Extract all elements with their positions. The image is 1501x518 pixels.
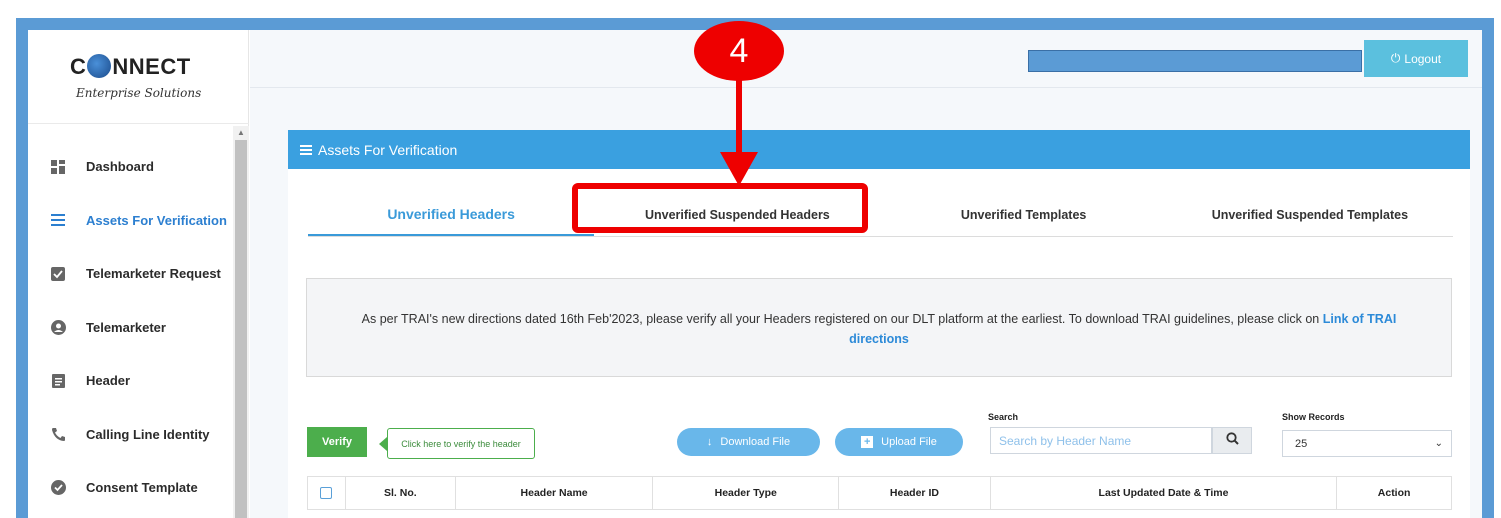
notice-text: As per TRAI's new directions dated 16th … xyxy=(361,312,1323,326)
show-records-select[interactable]: 25 ⌄ xyxy=(1282,430,1452,457)
sidebar-menu: Dashboard Assets For Verification Telema… xyxy=(28,140,233,515)
sidebar-item-calling-line-identity[interactable]: Calling Line Identity xyxy=(28,408,233,462)
trai-notice: As per TRAI's new directions dated 16th … xyxy=(306,278,1452,377)
brand-logo[interactable]: C NNECT Enterprise Solutions xyxy=(28,30,249,124)
globe-icon xyxy=(87,54,112,78)
sidebar-scrollbar[interactable]: ▲ xyxy=(233,126,249,518)
search-button[interactable] xyxy=(1212,427,1252,454)
logout-button[interactable]: ⏻ Logout xyxy=(1364,40,1468,77)
sidebar-item-label: Assets For Verification xyxy=(86,212,227,228)
main-content: Assets For Verification Unverified Heade… xyxy=(250,88,1482,518)
sidebar-item-label: Telemarketer Request xyxy=(86,266,221,282)
scrollbar-thumb[interactable] xyxy=(235,140,247,518)
user-info-redacted xyxy=(1028,50,1362,72)
logo-prefix: C xyxy=(70,54,87,79)
select-all-checkbox[interactable] xyxy=(320,487,333,499)
sidebar-item-consent-template[interactable]: Consent Template xyxy=(28,461,233,515)
sidebar-item-label: Header xyxy=(86,373,131,389)
top-bar: ⏻ Logout xyxy=(250,30,1482,88)
upload-file-button[interactable]: + Upload File xyxy=(835,428,963,456)
column-header[interactable]: Header ID xyxy=(839,477,991,509)
search-icon xyxy=(1225,431,1239,450)
show-records-label: Show Records xyxy=(1282,412,1345,422)
tab-unverified-templates[interactable]: Unverified Templates xyxy=(881,194,1167,236)
verify-button[interactable]: Verify xyxy=(307,427,367,457)
column-header[interactable]: Action xyxy=(1337,477,1451,509)
assets-panel: Assets For Verification Unverified Heade… xyxy=(288,130,1470,518)
column-header[interactable]: Sl. No. xyxy=(346,477,456,509)
panel-header: Assets For Verification xyxy=(288,130,1470,169)
records-value: 25 xyxy=(1295,437,1308,450)
tab-unverified-suspended-headers[interactable]: Unverified Suspended Headers xyxy=(594,194,880,236)
column-header[interactable]: Header Name xyxy=(456,477,654,509)
phone-icon xyxy=(50,426,66,442)
user-circle-icon xyxy=(50,319,66,335)
column-header[interactable]: Header Type xyxy=(653,477,840,509)
logout-label: Logout xyxy=(1404,51,1442,66)
sidebar-item-label: Consent Template xyxy=(86,480,198,496)
table-header-row: Sl. No. Header Name Header Type Header I… xyxy=(307,476,1452,510)
sidebar: C NNECT Enterprise Solutions Dashboard A… xyxy=(28,30,249,518)
download-arrow-icon: ↓ xyxy=(706,436,713,448)
download-file-button[interactable]: ↓ Download File xyxy=(677,428,820,456)
document-icon xyxy=(50,373,66,389)
annotation-arrow-shaft xyxy=(736,80,742,154)
chevron-down-icon: ⌄ xyxy=(1434,438,1443,449)
upload-label: Upload File xyxy=(881,436,937,448)
list-icon xyxy=(50,212,66,228)
column-header[interactable]: Last Updated Date & Time xyxy=(991,477,1338,509)
sidebar-item-telemarketer-request[interactable]: Telemarketer Request xyxy=(28,247,233,301)
download-label: Download File xyxy=(720,436,791,448)
tab-unverified-headers[interactable]: Unverified Headers xyxy=(308,194,595,236)
panel-title: Assets For Verification xyxy=(318,141,458,158)
step-number-badge: 4 xyxy=(694,21,784,81)
plus-icon: + xyxy=(861,436,874,448)
clipboard-check-icon xyxy=(50,266,66,282)
check-circle-icon xyxy=(50,480,66,496)
sidebar-item-dashboard[interactable]: Dashboard xyxy=(28,140,233,194)
dashboard-icon xyxy=(50,159,66,175)
annotation-arrow-head xyxy=(720,152,758,186)
verify-tooltip: Click here to verify the header xyxy=(379,428,535,459)
tab-bar: Unverified Headers Unverified Suspended … xyxy=(308,194,1453,237)
power-icon: ⏻ xyxy=(1390,51,1401,65)
sidebar-item-label: Telemarketer xyxy=(86,319,166,335)
select-all-cell xyxy=(308,477,346,509)
sidebar-item-label: Dashboard xyxy=(86,159,154,175)
logo-subtitle: Enterprise Solutions xyxy=(76,86,202,100)
scroll-up-icon[interactable]: ▲ xyxy=(237,128,245,137)
logo-suffix: NNECT xyxy=(112,54,191,79)
sidebar-item-label: Calling Line Identity xyxy=(86,426,210,442)
hamburger-icon xyxy=(300,142,312,158)
sidebar-item-assets-for-verification[interactable]: Assets For Verification xyxy=(28,194,233,248)
tab-unverified-suspended-templates[interactable]: Unverified Suspended Templates xyxy=(1167,194,1453,236)
app-frame: C NNECT Enterprise Solutions Dashboard A… xyxy=(0,0,1501,518)
search-label: Search xyxy=(988,412,1019,422)
sidebar-item-header[interactable]: Header xyxy=(28,354,233,408)
sidebar-item-telemarketer[interactable]: Telemarketer xyxy=(28,301,233,355)
search-input[interactable] xyxy=(990,427,1212,454)
